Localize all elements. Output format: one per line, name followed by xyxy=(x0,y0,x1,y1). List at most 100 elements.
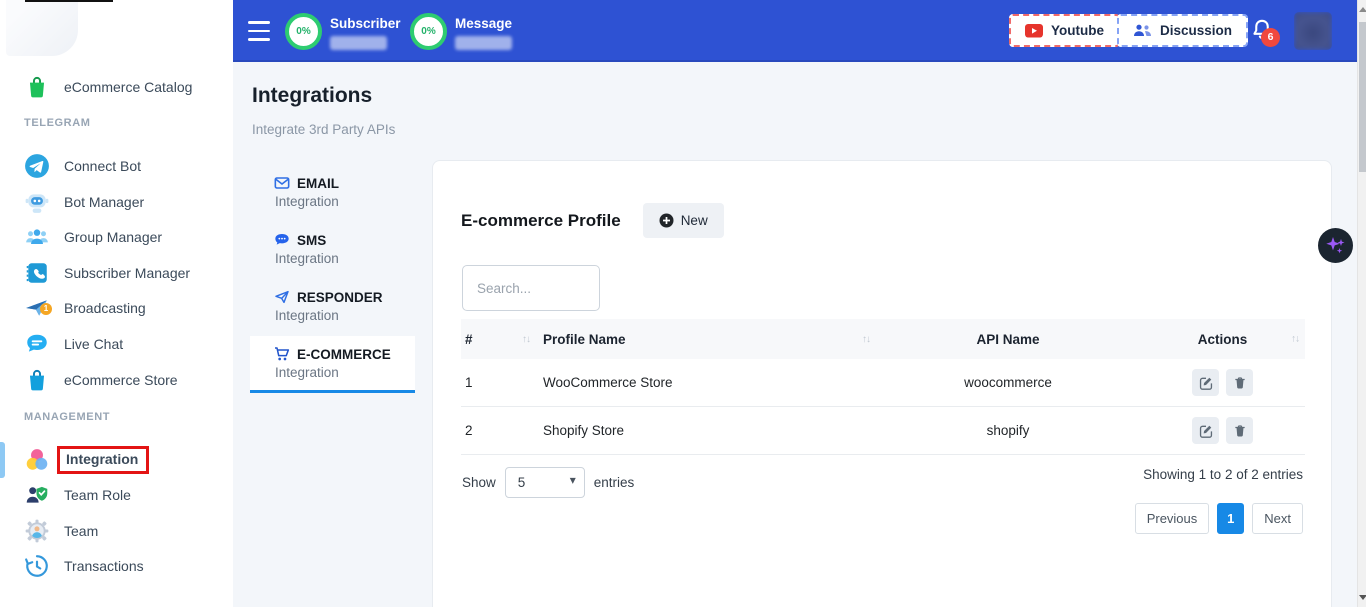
sidebar-item-label: Broadcasting xyxy=(64,300,146,316)
entries-select[interactable]: 5 xyxy=(505,467,585,498)
tab-ecommerce-integration[interactable]: E-COMMERCE Integration xyxy=(250,336,415,393)
subscriber-stat-value-redacted xyxy=(330,36,387,50)
edit-button[interactable] xyxy=(1192,417,1219,444)
next-page-button[interactable]: Next xyxy=(1252,503,1303,534)
column-header-num[interactable]: #↑↓ xyxy=(461,332,536,347)
pagination: Previous 1 Next xyxy=(1135,503,1303,534)
entries-control: Show 5 ▾ entries xyxy=(462,467,634,498)
message-stat: 0% Message xyxy=(410,13,512,50)
sidebar-item-label: Connect Bot xyxy=(64,158,141,174)
sidebar-item-label: eCommerce Catalog xyxy=(64,79,192,95)
sidebar-item-ecommerce-store[interactable]: eCommerce Store xyxy=(0,362,233,398)
tab-email-integration[interactable]: EMAIL Integration xyxy=(250,165,415,222)
sparkles-icon xyxy=(1324,234,1348,258)
sort-icon[interactable]: ↑↓ xyxy=(1291,334,1299,345)
row-num: 1 xyxy=(461,375,536,390)
ai-assistant-fab[interactable] xyxy=(1318,228,1353,263)
page-subtitle: Integrate 3rd Party APIs xyxy=(252,122,395,137)
sidebar-item-label: Bot Manager xyxy=(64,194,144,210)
column-header-api-name[interactable]: API Name xyxy=(876,332,1136,347)
table-row: 2 Shopify Store shopify xyxy=(461,407,1305,455)
integration-subnav: EMAIL Integration SMS Integration RESPON… xyxy=(250,165,415,393)
edit-button[interactable] xyxy=(1192,369,1219,396)
scroll-down-arrow-icon[interactable] xyxy=(1359,595,1366,600)
row-api-name: woocommerce xyxy=(876,375,1136,390)
scrollbar-thumb[interactable] xyxy=(1359,22,1366,172)
chat-bubble-icon xyxy=(24,331,50,357)
sidebar-item-transactions[interactable]: Transactions xyxy=(0,548,233,584)
message-progress-ring: 0% xyxy=(410,13,447,50)
sms-bubble-icon xyxy=(274,232,290,248)
row-profile-name: WooCommerce Store xyxy=(536,375,876,390)
logo-placeholder xyxy=(6,0,78,56)
notification-count-badge: 6 xyxy=(1261,28,1280,47)
sort-icon[interactable]: ↑↓ xyxy=(522,334,530,345)
shopping-bag-green-icon xyxy=(24,74,50,100)
avatar[interactable] xyxy=(1294,12,1332,50)
integration-circles-icon xyxy=(24,447,50,473)
entries-label: entries xyxy=(594,475,635,490)
broadcast-plane-icon: 1 xyxy=(24,295,50,321)
discussion-button[interactable]: Discussion xyxy=(1117,14,1248,47)
sidebar-item-subscriber-manager[interactable]: Subscriber Manager xyxy=(0,255,233,291)
profiles-table: #↑↓ Profile Name↑↓ API Name Actions↑↓ 1 … xyxy=(461,319,1305,455)
sidebar-item-ecommerce-catalog[interactable]: eCommerce Catalog xyxy=(0,69,233,105)
sidebar-item-label: eCommerce Store xyxy=(64,372,178,388)
sidebar-item-label: Transactions xyxy=(64,558,144,574)
sidebar: eCommerce Catalog TELEGRAM Connect Bot B… xyxy=(0,0,233,607)
scroll-up-arrow-icon[interactable] xyxy=(1359,7,1366,12)
search-input[interactable] xyxy=(462,265,600,311)
shield-person-icon xyxy=(24,482,50,508)
message-stat-value-redacted xyxy=(455,36,512,50)
sidebar-item-broadcasting[interactable]: 1 Broadcasting xyxy=(0,290,233,326)
top-navbar: 0% Subscriber 0% Message Youtube Discuss… xyxy=(233,0,1366,62)
youtube-button[interactable]: Youtube xyxy=(1009,14,1120,47)
new-profile-button[interactable]: New xyxy=(643,203,724,238)
column-header-profile-name[interactable]: Profile Name↑↓ xyxy=(536,332,876,347)
sidebar-section-management: MANAGEMENT xyxy=(24,411,110,423)
row-profile-name: Shopify Store xyxy=(536,423,876,438)
group-icon xyxy=(24,224,50,250)
users-icon xyxy=(1133,23,1152,38)
logo-topline xyxy=(25,0,113,2)
sidebar-item-team-role[interactable]: Team Role xyxy=(0,477,233,513)
sort-icon[interactable]: ↑↓ xyxy=(862,334,870,345)
sidebar-item-connect-bot[interactable]: Connect Bot xyxy=(0,148,233,184)
sidebar-item-label: Group Manager xyxy=(64,229,162,245)
showing-entries-text: Showing 1 to 2 of 2 entries xyxy=(1143,467,1303,482)
tab-responder-integration[interactable]: RESPONDER Integration xyxy=(250,279,415,336)
telegram-icon xyxy=(24,153,50,179)
cart-icon xyxy=(274,346,290,362)
sidebar-item-bot-manager[interactable]: Bot Manager xyxy=(0,184,233,220)
previous-page-button[interactable]: Previous xyxy=(1135,503,1210,534)
edit-icon xyxy=(1199,376,1213,390)
trash-icon xyxy=(1233,424,1247,438)
plus-circle-icon xyxy=(659,213,674,228)
show-label: Show xyxy=(462,475,496,490)
youtube-icon xyxy=(1025,24,1043,38)
column-header-actions[interactable]: Actions↑↓ xyxy=(1136,332,1305,347)
hamburger-menu-icon[interactable] xyxy=(248,21,270,41)
edit-icon xyxy=(1199,424,1213,438)
history-clock-icon xyxy=(24,553,50,579)
sidebar-item-label: Team xyxy=(64,523,98,539)
envelope-icon xyxy=(274,175,290,191)
page-title: Integrations xyxy=(252,84,372,108)
main-content: Integrations Integrate 3rd Party APIs EM… xyxy=(233,62,1357,607)
delete-button[interactable] xyxy=(1226,417,1253,444)
sidebar-item-team[interactable]: Team xyxy=(0,513,233,549)
ecommerce-profile-card: E-commerce Profile New #↑↓ Profile Name↑… xyxy=(432,160,1332,607)
subscriber-stat-label: Subscriber xyxy=(330,13,401,31)
sidebar-item-live-chat[interactable]: Live Chat xyxy=(0,326,233,362)
trash-icon xyxy=(1233,376,1247,390)
broadcasting-badge: 1 xyxy=(40,303,52,315)
subscriber-progress-ring: 0% xyxy=(285,13,322,50)
delete-button[interactable] xyxy=(1226,369,1253,396)
sidebar-item-label-active: Integration xyxy=(57,446,149,474)
sidebar-item-group-manager[interactable]: Group Manager xyxy=(0,219,233,255)
subscriber-stat: 0% Subscriber xyxy=(285,13,401,50)
sidebar-item-integration[interactable]: Integration xyxy=(0,442,233,478)
current-page-button[interactable]: 1 xyxy=(1217,503,1244,534)
tab-sms-integration[interactable]: SMS Integration xyxy=(250,222,415,279)
page-scrollbar[interactable] xyxy=(1357,0,1366,607)
